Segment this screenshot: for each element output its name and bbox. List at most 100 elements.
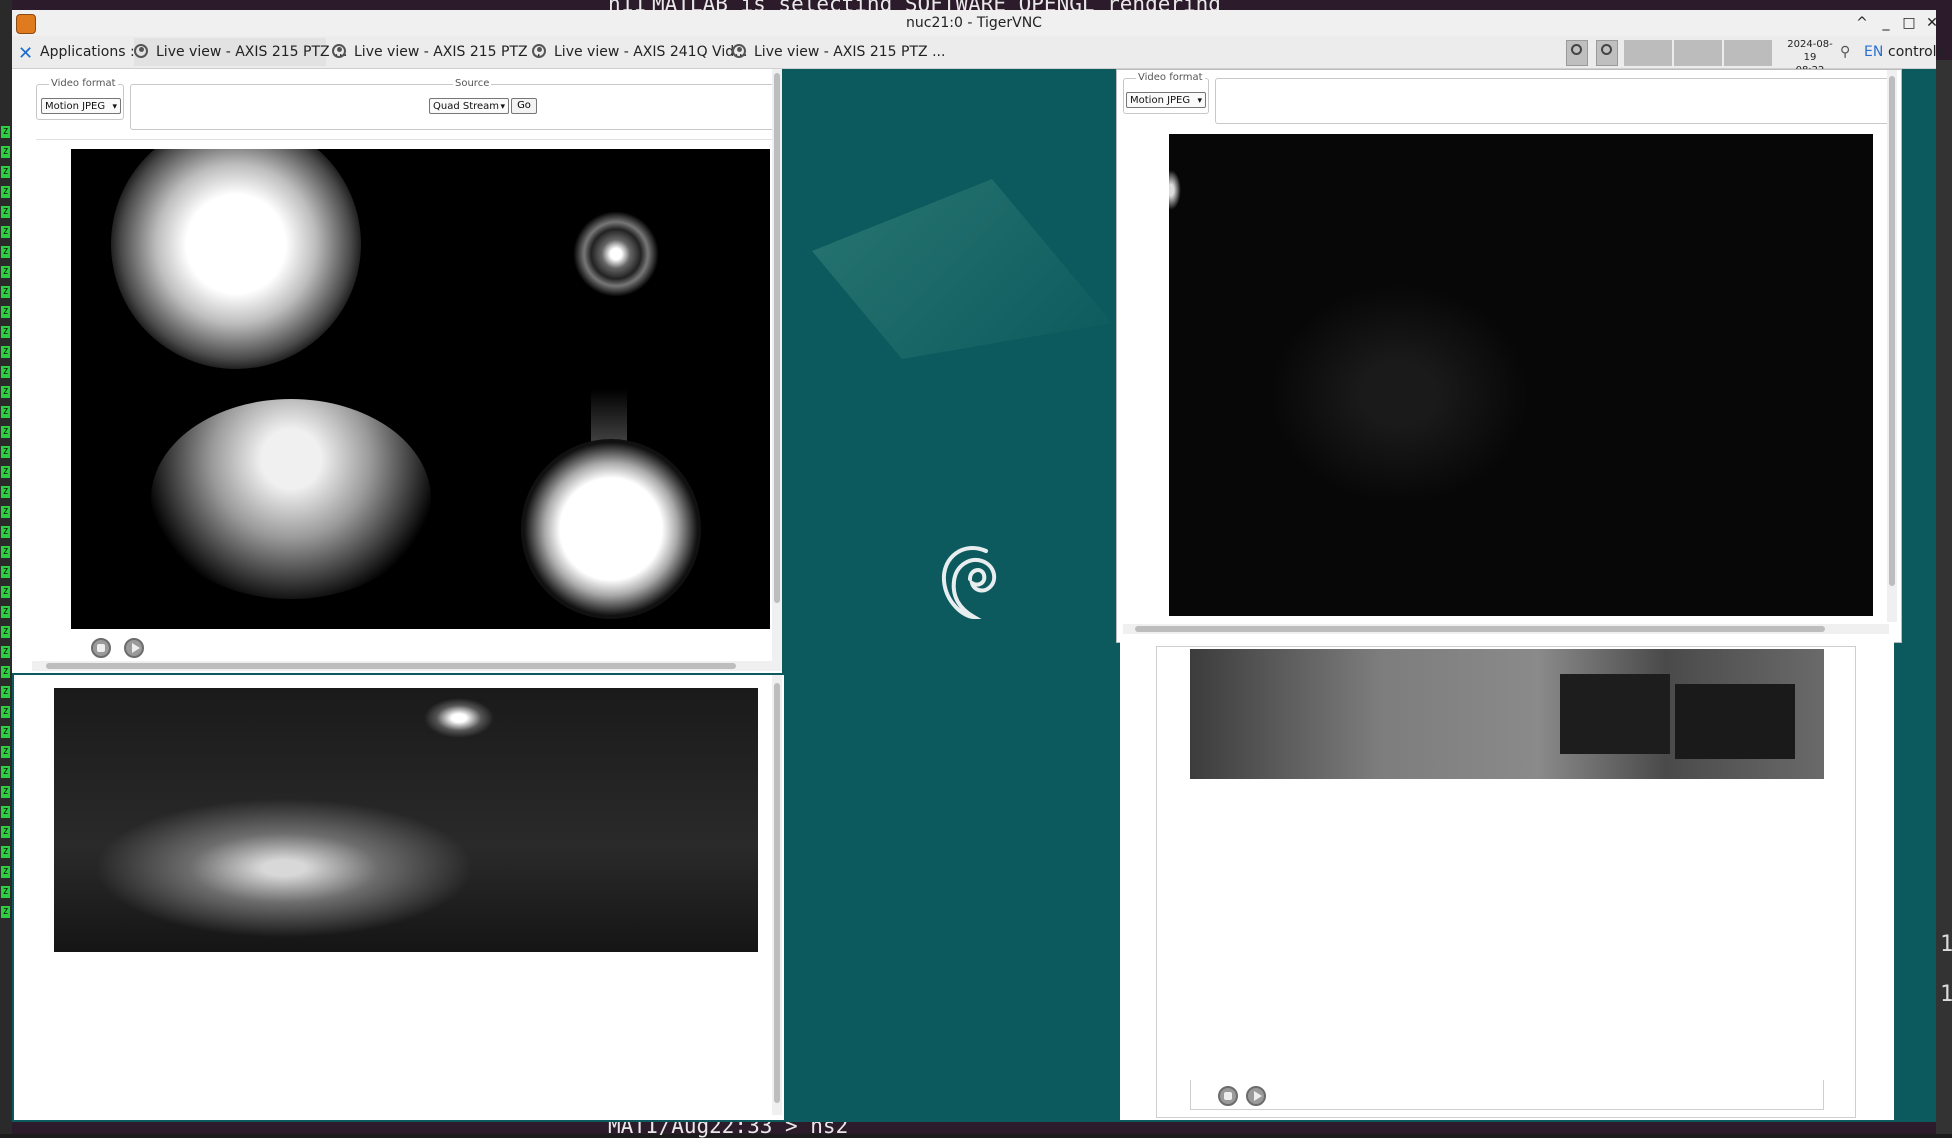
workspace-2[interactable] bbox=[1596, 40, 1618, 66]
xfce-logo-icon: ✕ bbox=[18, 43, 34, 64]
close-button[interactable]: ✕ bbox=[1922, 13, 1942, 33]
scrollbar-thumb[interactable] bbox=[774, 683, 780, 1103]
play-button[interactable] bbox=[1246, 1086, 1266, 1106]
play-button[interactable] bbox=[124, 638, 144, 658]
source-legend: Source bbox=[453, 78, 492, 89]
task-button-3[interactable]: Live view - AXIS 241Q Vid... bbox=[532, 38, 747, 66]
strip-marker: Z bbox=[1, 586, 10, 598]
strip-marker: Z bbox=[1, 426, 10, 438]
source-fieldset: Source Quad Stream ▾ Go bbox=[130, 78, 781, 130]
keyboard-layout[interactable]: EN bbox=[1864, 38, 1883, 66]
strip-marker: Z bbox=[1, 646, 10, 658]
left-terminal-strip: ZZZZZZZZZZZZZZZZZZZZZZZZZZZZZZZZZZZZZZZZ bbox=[0, 0, 12, 1134]
chevron-down-icon: ▾ bbox=[112, 102, 117, 112]
scrollbar-thumb[interactable] bbox=[1135, 626, 1825, 632]
clock-date: 2024-08-19 bbox=[1787, 39, 1833, 63]
strip-marker: Z bbox=[1, 146, 10, 158]
night-sky-video[interactable] bbox=[1169, 134, 1873, 616]
video-format-value: Motion JPEG bbox=[1130, 95, 1191, 106]
scrollbar-thumb[interactable] bbox=[1889, 76, 1895, 586]
vertical-scrollbar[interactable] bbox=[772, 69, 782, 661]
task-label: Live view - AXIS 215 PTZ ... bbox=[354, 44, 546, 60]
strip-marker: Z bbox=[1, 786, 10, 798]
left-lower-browser-window bbox=[14, 675, 784, 1120]
strip-marker: Z bbox=[1, 626, 10, 638]
minimize-button[interactable]: _ bbox=[1876, 13, 1896, 33]
horizontal-scrollbar[interactable] bbox=[1123, 624, 1889, 634]
strip-marker: Z bbox=[1, 226, 10, 238]
strip-marker: Z bbox=[1, 386, 10, 398]
vnc-window: nuc21:0 - TigerVNC ^ _ □ ✕ ✕ Applications… bbox=[12, 10, 1944, 1122]
workspace-4[interactable] bbox=[1674, 40, 1722, 66]
vertical-scrollbar[interactable] bbox=[1887, 70, 1897, 622]
quad-stream-video[interactable] bbox=[71, 149, 770, 629]
task-button-4[interactable]: Live view - AXIS 215 PTZ ... bbox=[732, 38, 945, 66]
chevron-down-icon: ▾ bbox=[1197, 96, 1202, 106]
workspace-3[interactable] bbox=[1624, 40, 1672, 66]
workspace-1[interactable] bbox=[1566, 40, 1588, 66]
strip-marker: Z bbox=[1, 126, 10, 138]
maximize-button[interactable]: □ bbox=[1899, 13, 1919, 33]
video-format-legend: Video format bbox=[1136, 72, 1205, 83]
source-fieldset bbox=[1215, 78, 1893, 124]
task-button-1[interactable]: Live view - AXIS 215 PTZ ... bbox=[134, 38, 347, 66]
video-format-select[interactable]: Motion JPEG ▾ bbox=[1126, 92, 1206, 108]
chevron-up-icon[interactable]: ^ bbox=[1852, 13, 1872, 33]
strip-marker: Z bbox=[1, 746, 10, 758]
stop-button[interactable] bbox=[1218, 1086, 1238, 1106]
video-highlight bbox=[111, 149, 361, 369]
globe-icon bbox=[532, 44, 546, 58]
right-lower-browser-window bbox=[1120, 642, 1894, 1120]
network-icon[interactable]: ⚲ bbox=[1840, 45, 1858, 59]
strip-marker: Z bbox=[1, 266, 10, 278]
indoor-camera-video[interactable] bbox=[1190, 649, 1824, 779]
applications-label: Applications : bbox=[40, 44, 135, 60]
controls-label[interactable]: controls bbox=[1888, 38, 1944, 66]
strip-marker: Z bbox=[1, 726, 10, 738]
scrollbar-thumb[interactable] bbox=[774, 73, 780, 603]
video-highlight bbox=[151, 399, 431, 599]
strip-marker: Z bbox=[1, 406, 10, 418]
strip-marker: Z bbox=[1, 526, 10, 538]
video-window-shape bbox=[1560, 674, 1670, 754]
scrollbar-thumb[interactable] bbox=[46, 663, 736, 669]
task-button-2[interactable]: Live view - AXIS 215 PTZ ... bbox=[332, 38, 545, 66]
video-window-shape bbox=[1675, 684, 1795, 759]
strip-marker: Z bbox=[1, 606, 10, 618]
strip-marker: Z bbox=[1, 826, 10, 838]
strip-marker: Z bbox=[1, 286, 10, 298]
strip-marker: Z bbox=[1, 206, 10, 218]
vertical-scrollbar[interactable] bbox=[772, 675, 782, 1115]
task-label: Live view - AXIS 241Q Vid... bbox=[554, 44, 748, 60]
applications-menu[interactable]: ✕ Applications : bbox=[18, 38, 135, 66]
source-select[interactable]: Quad Stream ▾ bbox=[429, 98, 509, 114]
right-strip-digit: 1 bbox=[1940, 982, 1952, 1007]
strip-marker: Z bbox=[1, 546, 10, 558]
left-browser-window: Video format Motion JPEG ▾ Source Quad St… bbox=[12, 69, 782, 673]
strip-marker: Z bbox=[1, 506, 10, 518]
strip-marker: Z bbox=[1, 846, 10, 858]
globe-icon bbox=[332, 44, 346, 58]
strip-marker: Z bbox=[1, 466, 10, 478]
strip-marker: Z bbox=[1, 326, 10, 338]
camera-night-video[interactable] bbox=[54, 688, 758, 952]
strip-marker: Z bbox=[1, 866, 10, 878]
right-browser-window: Video format Motion JPEG ▾ bbox=[1116, 69, 1902, 643]
workspace-5[interactable] bbox=[1724, 40, 1772, 66]
stop-button[interactable] bbox=[91, 638, 111, 658]
video-format-legend: Video format bbox=[49, 78, 118, 89]
source-value: Quad Stream bbox=[433, 101, 500, 112]
video-format-fieldset: Video format Motion JPEG ▾ bbox=[36, 78, 124, 120]
strip-marker: Z bbox=[1, 666, 10, 678]
strip-marker: Z bbox=[1, 686, 10, 698]
vnc-titlebar[interactable]: nuc21:0 - TigerVNC ^ _ □ ✕ bbox=[12, 10, 1938, 37]
horizontal-scrollbar[interactable] bbox=[32, 661, 782, 671]
strip-marker: Z bbox=[1, 186, 10, 198]
video-format-select[interactable]: Motion JPEG ▾ bbox=[41, 98, 121, 114]
go-button[interactable]: Go bbox=[511, 98, 537, 114]
strip-marker: Z bbox=[1, 706, 10, 718]
strip-marker: Z bbox=[1, 346, 10, 358]
strip-marker: Z bbox=[1, 766, 10, 778]
strip-marker: Z bbox=[1, 566, 10, 578]
controls-bar bbox=[1190, 1080, 1824, 1110]
